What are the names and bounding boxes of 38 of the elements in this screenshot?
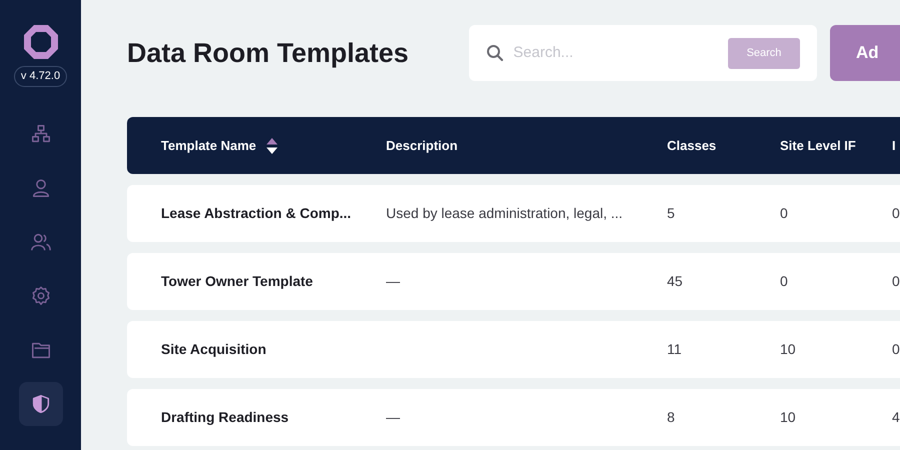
- table-cell: 10: [780, 408, 796, 424]
- table-cell: 0: [892, 204, 900, 220]
- page-title: Data Room Templates: [127, 36, 410, 70]
- table-cell: Tower Owner Template: [161, 272, 313, 288]
- table-cell: —: [386, 272, 400, 288]
- users-icon: [30, 231, 52, 253]
- column-header[interactable]: Site Level IF: [780, 136, 856, 156]
- table-cell: 0: [780, 272, 788, 288]
- table-row[interactable]: Tower Owner Template — 45 0 0: [127, 253, 900, 310]
- table-cell: Drafting Readiness: [161, 408, 289, 424]
- column-header[interactable]: Description: [386, 136, 458, 156]
- column-header[interactable]: I: [892, 136, 896, 156]
- table-cell: 45: [667, 272, 683, 288]
- table-row[interactable]: Lease Abstraction & Comp... Used by lease administration, legal, ... 5 0 0: [127, 185, 900, 242]
- table-cell: 4: [892, 408, 900, 424]
- sort-icon[interactable]: [266, 136, 278, 154]
- column-header[interactable]: Classes: [667, 136, 716, 156]
- table-cell: Site Acquisition: [161, 340, 266, 356]
- table-cell: 10: [780, 340, 796, 356]
- table-cell: 8: [667, 408, 675, 424]
- table-cell: 0: [892, 340, 900, 356]
- table-cell: 5: [667, 204, 675, 220]
- table-cell: Used by lease administration, legal, ...: [386, 204, 623, 220]
- column-header[interactable]: Template Name: [161, 136, 256, 156]
- search-icon: [486, 44, 504, 62]
- search-input: Search...: [513, 42, 728, 64]
- hierarchy-icon: [30, 123, 52, 145]
- table-row[interactable]: Site Acquisition 11 10 0: [127, 321, 900, 378]
- table-cell: 0: [892, 272, 900, 288]
- version-badge: v 4.72.0: [14, 66, 68, 87]
- table-cell: 11: [667, 340, 682, 356]
- table-cell: Lease Abstraction & Comp...: [161, 204, 352, 220]
- table-cell: —: [386, 408, 400, 424]
- logo-icon: [22, 24, 58, 60]
- table-cell: 0: [780, 204, 788, 220]
- settings-icon: [30, 285, 52, 307]
- sidebar-item[interactable]: [18, 382, 62, 426]
- table-row[interactable]: Drafting Readiness — 8 10 4: [127, 389, 900, 446]
